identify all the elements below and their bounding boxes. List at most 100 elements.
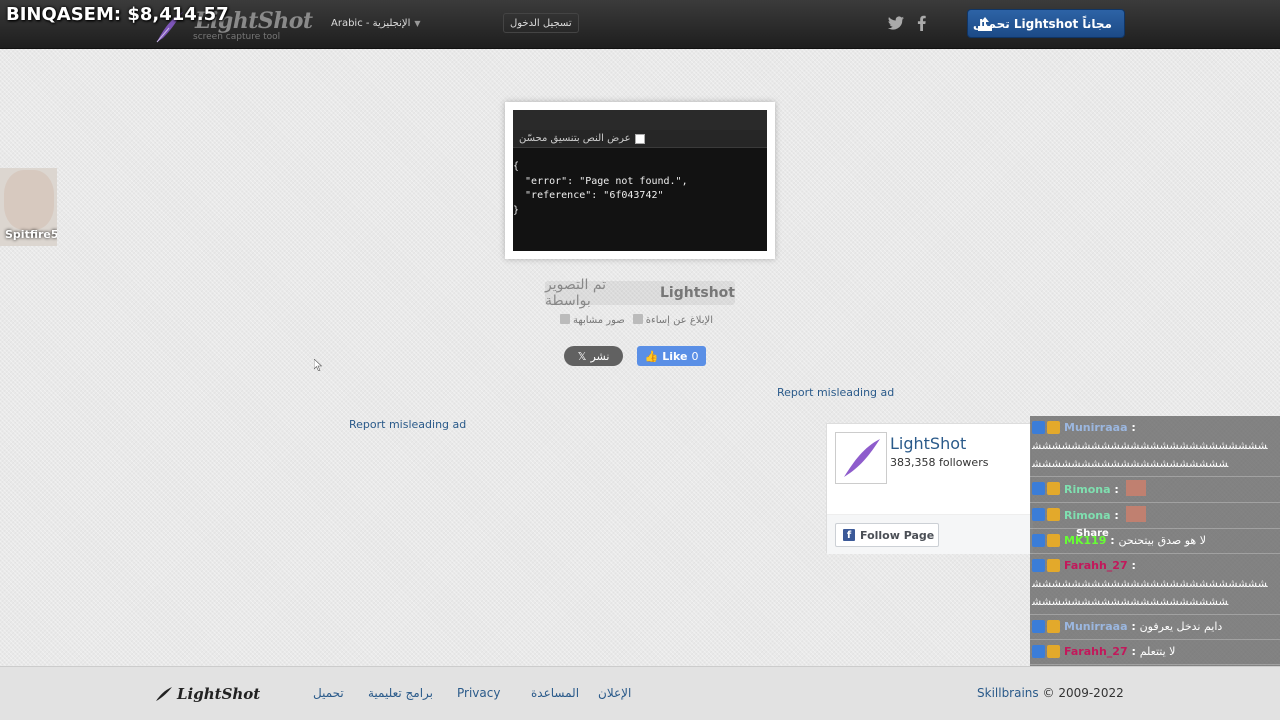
chat-separator: : <box>1110 509 1123 522</box>
captured-brand: Lightshot <box>659 285 735 301</box>
subscriber-badge-icon <box>1032 620 1045 633</box>
twitter-icon[interactable] <box>887 14 905 32</box>
chat-separator: : <box>1127 559 1136 572</box>
chat-message: MK119 : لا هو صدق بيتحنحن <box>1030 529 1280 554</box>
chat-message: Rimona : <box>1030 503 1280 529</box>
download-button[interactable]: تحميل Lightshot مجاناً <box>967 9 1125 38</box>
screenshot-topbar <box>513 110 767 130</box>
chat-message: Farahh_27 : ﺸﺸﺸﺸﺸﺸﺸﺸﺸﺸﺸﺸﺸﺸﺸﺸﺸﺸﺸﺸﺸﺸﺸﺸﺸﺸﺸﺸ… <box>1030 554 1280 615</box>
language-label: Arabic - الإنجليزية <box>331 17 411 29</box>
camera-icon <box>560 314 570 324</box>
captured-by-label: تم التصوير بواسطة Lightshot <box>545 277 735 309</box>
footer-logo-word: LightShot <box>177 685 261 703</box>
feather-icon <box>844 439 880 477</box>
chat-badges <box>1032 645 1060 658</box>
gift-badge-icon <box>1047 482 1060 495</box>
subscriber-badge-icon <box>1032 508 1045 521</box>
feather-icon <box>156 687 172 701</box>
skillbrains-link[interactable]: Skillbrains <box>977 686 1039 700</box>
gift-badge-icon <box>1047 620 1060 633</box>
follow-page-button[interactable]: f Follow Page <box>835 523 939 547</box>
facebook-f-icon: f <box>843 529 855 541</box>
chat-badges <box>1032 559 1060 572</box>
mouse-cursor-icon <box>314 359 322 371</box>
screenshot-option-label: عرض النص بتنسيق محسّن <box>519 133 631 144</box>
screenshot-frame[interactable]: عرض النص بتنسيق محسّن { "error": "Page n… <box>505 102 775 259</box>
footer-download-link[interactable]: تحميل <box>313 686 344 700</box>
chat-username[interactable]: Rimona <box>1064 483 1111 496</box>
report-ad-link-1[interactable]: Report misleading ad <box>777 386 894 399</box>
chat-text: دايم ندخل يعرفون <box>1139 620 1223 633</box>
chat-separator: : <box>1127 620 1140 633</box>
chat-badges <box>1032 534 1060 547</box>
chat-username[interactable]: Munirraaa <box>1064 421 1128 434</box>
chat-username[interactable]: Farahh_27 <box>1064 645 1128 658</box>
facebook-page-thumbnail[interactable] <box>835 432 887 484</box>
webcam-image <box>4 170 54 230</box>
like-count: 0 <box>691 349 699 363</box>
chat-text: لا يتتعلم <box>1139 645 1176 658</box>
chat-message: Rimona : <box>1030 477 1280 503</box>
report-abuse-link[interactable]: الإبلاغ عن إساءة <box>632 314 713 326</box>
webcam-username: Spitfire57 <box>5 228 57 241</box>
chat-username[interactable]: Farahh_27 <box>1064 559 1128 572</box>
footer-ads-link[interactable]: الإعلان <box>598 686 631 700</box>
stream-overlay-title: BINQASEM: $8,414.57 <box>6 4 229 25</box>
chat-emote-icon <box>1125 506 1146 522</box>
subscriber-badge-icon <box>1032 559 1045 572</box>
copyright-text: © 2009-2022 <box>1042 686 1124 700</box>
facebook-page-widget: LightShot 383,358 followers f Follow Pag… <box>826 423 1033 554</box>
checkbox-icon <box>634 133 645 144</box>
screenshot-code: { "error": "Page not found.", "reference… <box>513 161 688 216</box>
login-button[interactable]: تسجيل الدخول <box>503 13 579 33</box>
screenshot-option-row: عرض النص بتنسيق محسّن <box>513 130 767 148</box>
subscriber-badge-icon <box>1032 645 1045 658</box>
chat-username[interactable]: Rimona <box>1064 509 1111 522</box>
page-footer: LightShot تحميل برامج تعليمية Privacy ال… <box>0 666 1280 720</box>
chat-message: Munirraaa : دايم ندخل يعرفون <box>1030 615 1280 640</box>
chat-separator: : <box>1110 483 1123 496</box>
footer-logo[interactable]: LightShot <box>155 685 260 703</box>
chat-badges <box>1032 620 1060 633</box>
facebook-like-button[interactable]: 👍 Like 0 <box>637 346 706 366</box>
share-x-button[interactable]: 𝕏 نشر <box>564 346 623 366</box>
gift-badge-icon <box>1047 421 1060 434</box>
facebook-followers: 383,358 followers <box>890 456 989 469</box>
subscriber-badge-icon <box>1032 482 1045 495</box>
report-ad-link-2[interactable]: Report misleading ad <box>349 418 466 431</box>
chat-badges <box>1032 482 1060 495</box>
chat-separator: : <box>1127 421 1136 434</box>
chat-separator: : <box>1127 645 1140 658</box>
chat-username[interactable]: Munirraaa <box>1064 620 1128 633</box>
footer-help-link[interactable]: المساعدة <box>531 686 579 700</box>
gift-badge-icon <box>1047 559 1060 572</box>
gift-badge-icon <box>1047 645 1060 658</box>
similar-images-link[interactable]: صور مشابهة <box>560 314 625 326</box>
follow-label: Follow Page <box>860 528 935 542</box>
screenshot-image: عرض النص بتنسيق محسّن { "error": "Page n… <box>513 110 767 251</box>
chat-badges <box>1032 508 1060 521</box>
thumbs-up-icon: 👍 <box>644 349 659 363</box>
chat-badges <box>1032 421 1060 434</box>
webcam-overlay: Spitfire57 <box>0 168 57 246</box>
footer-copyright: Skillbrains © 2009-2022 <box>977 686 1124 700</box>
facebook-icon[interactable] <box>913 14 931 32</box>
footer-privacy-link[interactable]: Privacy <box>457 686 500 700</box>
language-selector[interactable]: Arabic - الإنجليزية ▼ <box>325 13 427 33</box>
chat-emote-icon <box>1125 480 1146 496</box>
footer-tutorials-link[interactable]: برامج تعليمية <box>368 686 433 700</box>
facebook-page-name[interactable]: LightShot <box>890 434 966 453</box>
x-logo-icon: 𝕏 <box>577 349 587 363</box>
subscriber-badge-icon <box>1032 534 1045 547</box>
captured-text: تم التصوير بواسطة <box>545 277 607 309</box>
facebook-share-label[interactable]: Share <box>1076 528 1109 539</box>
chat-message: Farahh_27 : لا يتتعلم <box>1030 640 1280 665</box>
like-label: Like <box>662 349 688 363</box>
subscriber-badge-icon <box>1032 421 1045 434</box>
chat-message: Munirraaa : ﺸﺸﺸﺸﺸﺸﺸﺸﺸﺸﺸﺸﺸﺸﺸﺸﺸﺸﺸﺸﺸﺸﺸﺸﺸﺸﺸﺸ… <box>1030 416 1280 477</box>
chat-text-wrapped: ﺸﺸﺸﺸﺸﺸﺸﺸﺸﺸﺸﺸﺸﺸﺸﺸﺸﺸﺸﺸﺸﺸﺸﺸﺸﺸﺸﺸﺸﺸﺸﺸﺸﺸﺸﺸﺸﺸﺸﺸ… <box>1032 439 1268 470</box>
gift-badge-icon <box>1047 508 1060 521</box>
share-x-label: نشر <box>590 349 610 363</box>
similar-label: صور مشابهة <box>573 315 625 326</box>
chat-text-wrapped: ﺸﺸﺸﺸﺸﺸﺸﺸﺸﺸﺸﺸﺸﺸﺸﺸﺸﺸﺸﺸﺸﺸﺸﺸﺸﺸﺸﺸﺸﺸﺸﺸﺸﺸﺸﺸﺸﺸﺸﺸ… <box>1032 577 1268 608</box>
